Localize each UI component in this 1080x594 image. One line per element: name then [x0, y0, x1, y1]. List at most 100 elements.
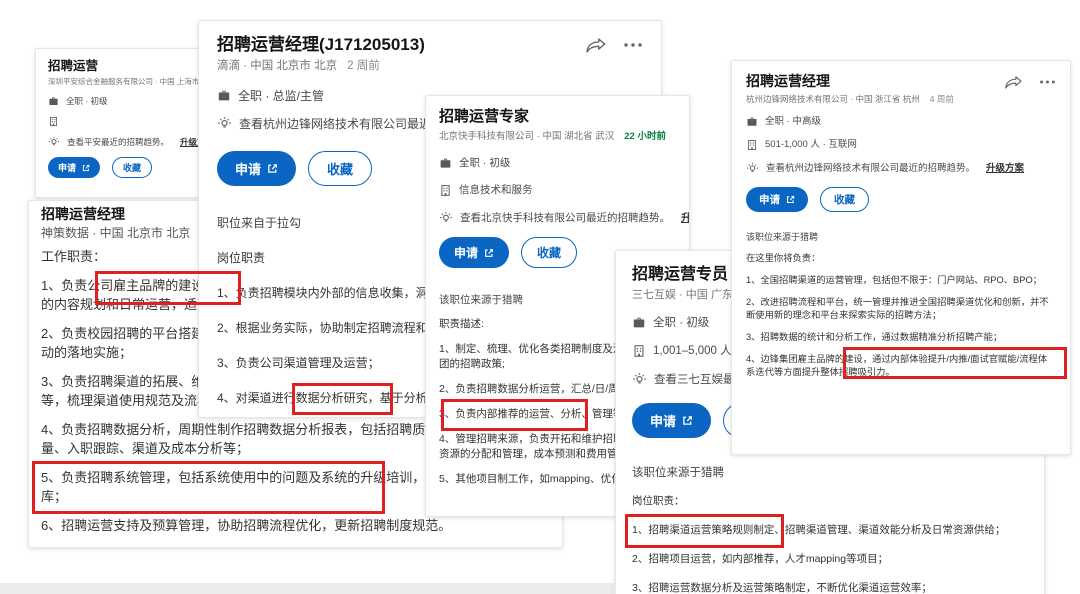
card-header: 招聘运营经理: [746, 73, 1056, 90]
apply-button[interactable]: 申请: [439, 237, 509, 268]
insight-row: 查看北京快手科技有限公司最近的招聘趋势。升级方案: [439, 211, 676, 225]
upgrade-plan-link[interactable]: 升级方案: [986, 163, 1024, 175]
description-line: 1、招聘渠道运营策略规则制定、招聘渠道管理、渠道效能分析及日常资源供给；: [632, 523, 1028, 538]
job-source: 该职位来源于猎聘: [632, 466, 1028, 480]
employment-type: 全职 · 初级: [653, 316, 709, 330]
job-title: 招聘运营专家: [439, 108, 529, 126]
industry: 信息技术和服务: [459, 184, 533, 197]
save-button[interactable]: 收藏: [820, 187, 869, 212]
external-link-icon: [82, 164, 90, 172]
posted-time: 2 周前: [347, 60, 380, 72]
company-location: 杭州边锋网络技术有限公司 · 中国 浙江省 杭州 4 周前: [746, 94, 1056, 105]
description-line: 3、招聘数据的统计和分析工作，通过数据精准分析招聘产能；: [746, 331, 1056, 344]
insight-text: 查看北京快手科技有限公司最近的招聘趋势。: [460, 212, 670, 225]
job-title: 招聘运营经理(J171205013): [217, 35, 425, 55]
action-buttons: 申请 收藏: [746, 187, 1056, 212]
employment-type: 全职 · 中高级: [765, 116, 821, 128]
apply-label: 申请: [58, 161, 76, 174]
employment-type: 全职 · 初级: [459, 157, 510, 170]
building-icon: [439, 184, 452, 197]
company-size: 501-1,000 人 · 互联网: [765, 139, 857, 151]
company-size: 1,001–5,000 人: [653, 344, 732, 358]
apply-label: 申请: [235, 159, 261, 178]
employment-type: 全职 · 总监/主管: [238, 89, 324, 103]
company-line: 深圳平安综合金融服务有限公司 · 中国 上海市: [48, 77, 199, 86]
apply-button[interactable]: 申请: [217, 151, 296, 186]
header-icons: [1004, 75, 1056, 89]
company-line: 神策数据 · 中国 北京市 北京: [41, 226, 190, 240]
external-link-icon: [267, 163, 278, 174]
description-line: 2、招聘项目运营，如内部推荐，人才mapping等项目；: [632, 552, 1028, 567]
insight-row: 查看杭州边锋网络技术有限公司最近的招聘趋势。升级方案: [746, 162, 1056, 175]
save-label: 收藏: [327, 162, 353, 177]
posted-time: 4 周前: [930, 94, 954, 104]
apply-label: 申请: [650, 411, 676, 430]
briefcase-icon: [439, 157, 452, 170]
upgrade-plan-link[interactable]: 升级方案: [681, 212, 690, 225]
external-link-icon: [786, 195, 795, 204]
employment-row: 全职 · 初级: [439, 157, 676, 170]
lightbulb-icon: [632, 372, 647, 387]
description-line: 岗位职责：: [632, 494, 1028, 509]
description-line: 6、招聘运营支持及预算管理，协助招聘流程优化，更新招聘制度规范。: [41, 516, 534, 535]
description-line: 4、边锋集团雇主品牌的建设，通过内部体验提升/内推/面试官赋能/流程体系迭代等方…: [746, 353, 1056, 379]
employment-type: 全职 · 初级: [66, 96, 108, 107]
card-header: 招聘运营经理(J171205013): [217, 35, 643, 55]
external-link-icon: [682, 415, 693, 426]
description-line: 3、招聘运营数据分析及运营策略制定，不断优化渠道运营效率；: [632, 581, 1028, 594]
briefcase-icon: [217, 89, 231, 103]
company-info-row: 501-1,000 人 · 互联网: [746, 139, 1056, 151]
save-button[interactable]: 收藏: [112, 157, 152, 178]
briefcase-icon: [632, 316, 646, 330]
lightbulb-icon: [217, 116, 232, 131]
job-card-bianfeng: 招聘运营经理 杭州边锋网络技术有限公司 · 中国 浙江省 杭州 4 周前 全职 ·…: [731, 60, 1071, 455]
external-link-icon: [484, 248, 494, 258]
insight-text: 查看平安最近的招聘趋势。: [67, 137, 169, 148]
insight-text: 查看杭州边锋网络技术有限公司最近的招聘趋势。: [766, 163, 975, 175]
company-location: 北京快手科技有限公司 · 中国 湖北省 武汉 22 小时前: [439, 131, 676, 143]
header-icons: [585, 37, 643, 53]
company-info-row: 信息技术和服务: [439, 184, 676, 197]
apply-button[interactable]: 申请: [632, 403, 711, 438]
posted-time: 22 小时前: [624, 131, 666, 142]
job-cards-collage: 招聘运营 深圳平安综合金融服务有限公司 · 中国 上海市 全职 · 初级 查看平…: [0, 0, 1080, 594]
job-title: 招聘运营专员: [632, 265, 728, 284]
apply-button[interactable]: 申请: [746, 187, 808, 212]
briefcase-icon: [746, 116, 758, 128]
save-button[interactable]: 收藏: [521, 237, 577, 268]
save-label: 收藏: [537, 246, 561, 260]
job-description: 在这里你将负责： 1、全国招聘渠道的运营管理，包括但不限于：门户网站、RPO、BP…: [746, 252, 1056, 379]
more-options-icon[interactable]: [623, 42, 643, 48]
background-strip: [0, 583, 614, 594]
save-label: 收藏: [834, 194, 855, 206]
briefcase-icon: [48, 96, 59, 107]
job-source: 该职位来源于猎聘: [746, 232, 1056, 243]
employment-row: 全职 · 中高级: [746, 116, 1056, 128]
description-line: 在这里你将负责：: [746, 252, 1056, 265]
lightbulb-icon: [439, 211, 453, 225]
job-title: 招聘运营经理: [41, 206, 125, 223]
share-icon[interactable]: [1004, 75, 1023, 89]
job-title: 招聘运营经理: [746, 73, 830, 90]
lightbulb-icon: [48, 136, 60, 148]
apply-label: 申请: [759, 192, 780, 207]
save-label: 收藏: [123, 163, 141, 173]
lightbulb-icon: [746, 162, 759, 175]
share-icon[interactable]: [585, 37, 607, 53]
apply-button[interactable]: 申请: [48, 157, 100, 178]
building-icon: [48, 116, 59, 127]
apply-label: 申请: [454, 244, 478, 261]
company-line: 杭州边锋网络技术有限公司 · 中国 浙江省 杭州: [746, 94, 920, 104]
card-header: 招聘运营专家: [439, 108, 676, 126]
company-line: 滴滴 · 中国 北京市 北京: [217, 60, 337, 72]
job-title: 招聘运营: [48, 59, 98, 74]
description-line: 2、改进招聘流程和平台，统一管理并推进全国招聘渠道优化和创新，并不断使用新的理念…: [746, 296, 1056, 322]
building-icon: [632, 344, 646, 358]
building-icon: [746, 139, 758, 151]
job-description: 岗位职责： 1、招聘渠道运营策略规则制定、招聘渠道管理、渠道效能分析及日常资源供给…: [632, 494, 1028, 594]
description-line: 1、全国招聘渠道的运营管理，包括但不限于：门户网站、RPO、BPO；: [746, 274, 1056, 287]
save-button[interactable]: 收藏: [308, 151, 372, 186]
company-location: 滴滴 · 中国 北京市 北京 2 周前: [217, 60, 643, 73]
company-line: 北京快手科技有限公司 · 中国 湖北省 武汉: [439, 131, 614, 142]
more-options-icon[interactable]: [1039, 79, 1056, 85]
